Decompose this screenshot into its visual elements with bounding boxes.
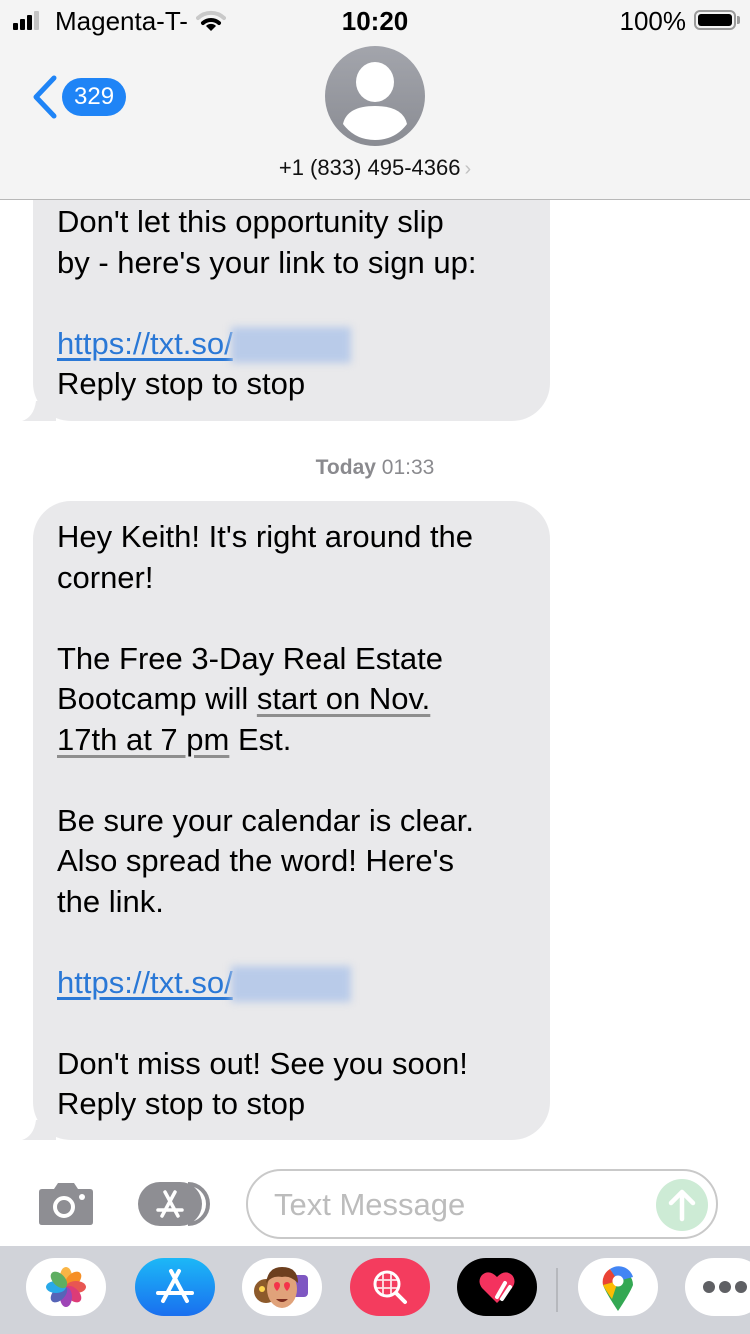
- photos-app-button[interactable]: [26, 1258, 106, 1316]
- battery-percentage: 100%: [619, 6, 687, 36]
- message-line: Don't let this opportunity slip: [57, 204, 444, 239]
- message-input[interactable]: [274, 1183, 644, 1227]
- message-link[interactable]: https://txt.so/: [57, 326, 233, 361]
- message-line: The Free 3-Day Real Estate: [57, 640, 443, 676]
- heart-touch-icon: [479, 1272, 515, 1303]
- redacted-link-blur: [230, 327, 351, 364]
- images-search-button[interactable]: [350, 1258, 430, 1316]
- battery-icon: [694, 10, 736, 30]
- message-link[interactable]: https://txt.so/: [57, 965, 233, 1000]
- status-bar: Magenta-T- 10:20 100%: [0, 0, 750, 40]
- date-detector-link[interactable]: 17th at 7 pm: [57, 722, 229, 757]
- memoji-icon: [254, 1267, 308, 1308]
- message-line: by - here's your link to sign up:: [57, 244, 477, 280]
- message-line: Don't miss out! See you soon!: [57, 1045, 468, 1081]
- digital-touch-button[interactable]: [457, 1258, 537, 1316]
- contact-name-button[interactable]: +1 (833) 495-4366 ›: [0, 155, 750, 181]
- message-line: Also spread the word! Here's: [57, 843, 455, 878]
- message-text: Est.: [229, 721, 292, 757]
- timestamp-time: 01:33: [381, 456, 435, 479]
- timestamp-day: Today: [315, 456, 376, 479]
- app-store-button[interactable]: [135, 1258, 215, 1316]
- redacted-link-blur: [230, 966, 351, 1003]
- person-icon: [343, 62, 407, 140]
- memoji-stickers-button[interactable]: [242, 1258, 322, 1316]
- message-text-field[interactable]: [246, 1169, 718, 1239]
- app-store-icon: [156, 1269, 194, 1303]
- message-text: Bootcamp will: [57, 681, 257, 716]
- globe-search-icon: [373, 1270, 407, 1304]
- message-bubble[interactable]: Hey Keith! It's right around the corner!…: [22, 501, 550, 1140]
- bubble-tail: [22, 1120, 56, 1140]
- unread-count-badge: 329: [62, 78, 127, 116]
- message-line: the link.: [57, 883, 164, 919]
- more-apps-button[interactable]: [685, 1258, 750, 1316]
- message-timestamp: Today 01:33: [0, 456, 750, 480]
- photos-icon: [46, 1267, 86, 1307]
- google-maps-button[interactable]: [578, 1258, 658, 1316]
- contact-avatar[interactable]: [325, 46, 425, 146]
- date-detector-link[interactable]: start on Nov.: [257, 681, 430, 716]
- message-line: Be sure your calendar is clear.: [57, 802, 474, 838]
- message-line: Reply stop to stop: [57, 366, 306, 401]
- chevron-right-icon: ›: [464, 158, 472, 180]
- camera-icon[interactable]: [36, 1180, 96, 1226]
- wifi-icon: [196, 10, 226, 31]
- battery-tip: [737, 16, 740, 24]
- message-line: corner!: [57, 559, 154, 595]
- battery-fill: [698, 14, 732, 26]
- chevron-left-icon: [33, 75, 57, 119]
- message-line: Hey Keith! It's right around the: [57, 519, 474, 554]
- bubble-tail: [22, 401, 56, 421]
- ellipsis-icon: [703, 1281, 747, 1293]
- cellular-signal-icon: [13, 11, 45, 30]
- app-store-apps-icon[interactable]: [138, 1180, 214, 1228]
- message-bubble[interactable]: Don't let this opportunity slip by - her…: [22, 170, 550, 421]
- composer-bar: [0, 1160, 750, 1246]
- imessage-app-drawer: [0, 1246, 750, 1334]
- app-drawer-divider: [556, 1268, 558, 1312]
- conversation-header: Magenta-T- 10:20 100% 329 +1 (833) 495-4…: [0, 0, 750, 200]
- message-line: Reply stop to stop: [57, 1086, 306, 1121]
- contact-number: +1 (833) 495-4366: [278, 155, 461, 180]
- send-button[interactable]: [656, 1179, 708, 1231]
- back-button[interactable]: 329: [30, 74, 127, 120]
- arrow-up-icon: [668, 1189, 696, 1222]
- map-pin-icon: [602, 1266, 633, 1311]
- clock-text: 10:20: [341, 6, 409, 36]
- carrier-name: Magenta-T-: [55, 6, 188, 36]
